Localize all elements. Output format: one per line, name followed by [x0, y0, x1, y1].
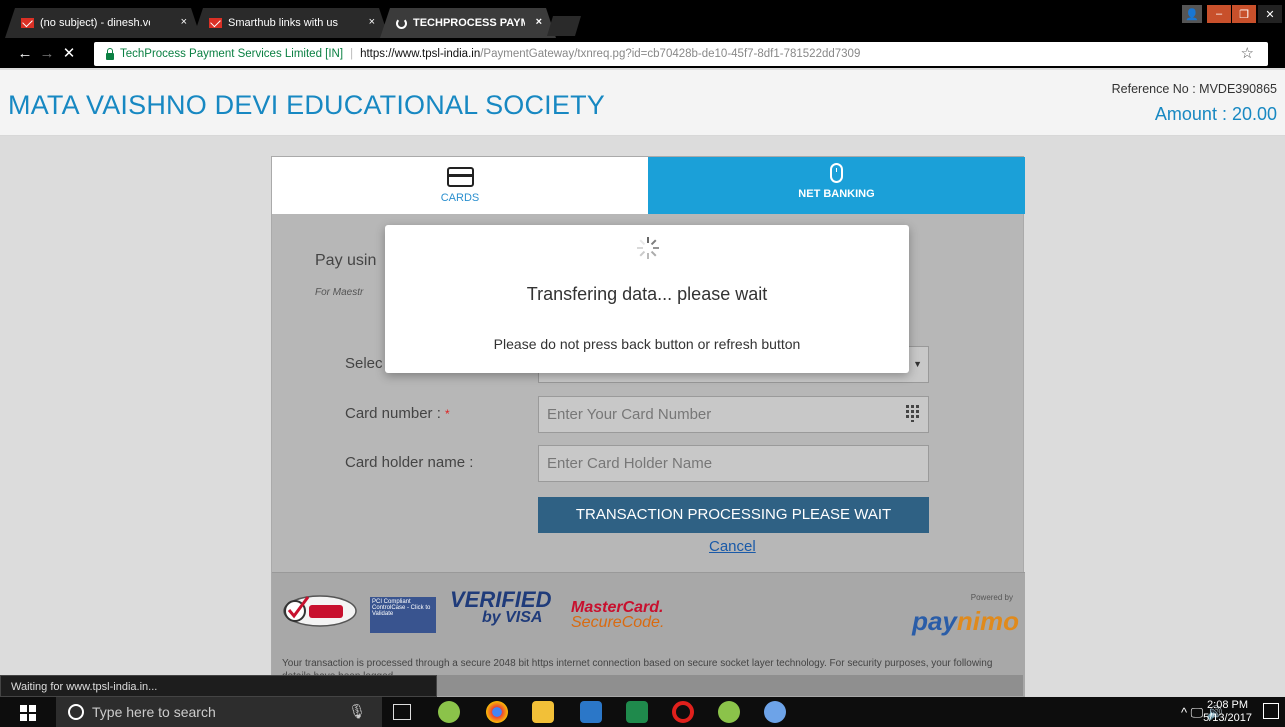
dropdown-arrow-icon: ▼ — [913, 359, 922, 369]
lock-icon — [106, 47, 114, 60]
url-separator: | — [350, 48, 354, 60]
tab-net-banking[interactable]: NET BANKING — [648, 157, 1025, 214]
windows-taskbar: Type here to search 🎙 ^ 🖵 🔊 2:08 PM 5/13… — [0, 697, 1285, 727]
panel-overflow-strip — [437, 675, 1023, 696]
taskbar-search-box[interactable]: Type here to search 🎙 — [56, 697, 382, 727]
transaction-processing-button[interactable]: TRANSACTION PROCESSING PLEASE WAIT — [538, 497, 929, 533]
notifications-icon[interactable] — [1263, 703, 1279, 719]
clock-time: 2:08 PM — [1207, 699, 1249, 711]
tab-close-icon[interactable]: × — [181, 16, 187, 28]
verisign-logo — [283, 595, 357, 627]
chrome-icon[interactable] — [486, 701, 508, 723]
mastercard-securecode-logo: MasterCard. SecureCode. — [571, 600, 665, 631]
tab-net-banking-label: NET BANKING — [798, 188, 875, 200]
pay-using-heading: Pay usin — [315, 252, 377, 269]
tab-label: TECHPROCESS PAYMENT — [413, 17, 521, 29]
microphone-icon[interactable]: 🎙 — [348, 703, 366, 720]
tab-label: (no subject) - dinesh.verm — [40, 17, 149, 29]
select-label: Selec — [345, 355, 383, 372]
profile-icon[interactable]: 👤 — [1182, 5, 1202, 23]
stop-icon[interactable]: ✕ — [58, 44, 80, 62]
minimize-button[interactable]: – — [1207, 5, 1231, 23]
secure-site-label: TechProcess Payment Services Limited [IN… — [120, 48, 344, 60]
forward-icon[interactable]: → — [36, 45, 58, 62]
bookmark-star-icon[interactable]: ☆ — [1241, 44, 1254, 62]
tab-cards[interactable]: CARDS — [272, 157, 648, 214]
processing-modal: Transfering data... please wait Please d… — [385, 225, 909, 373]
amount: Amount : 20.00 — [1154, 104, 1277, 124]
address-bar: ← → ✕ TechProcess Payment Services Limit… — [0, 38, 1285, 68]
browser-status-bar: Waiting for www.tpsl-india.in... — [0, 675, 437, 697]
pci-compliant-badge[interactable]: PCI Compliant ControlCase - Click to Val… — [370, 597, 436, 633]
gmail-icon — [21, 18, 34, 28]
card-holder-placeholder: Enter Card Holder Name — [547, 455, 713, 472]
required-mark: * — [445, 407, 450, 421]
back-icon[interactable]: ← — [14, 45, 36, 62]
opera-icon[interactable] — [672, 701, 694, 723]
windows-start-icon[interactable] — [20, 705, 36, 721]
merchant-name: MATA VAISHNO DEVI EDUCATIONAL SOCIETY — [8, 90, 605, 120]
tab-label: Smarthub links with user — [228, 17, 338, 29]
loading-icon — [396, 18, 407, 29]
close-window-button[interactable]: ✕ — [1258, 5, 1282, 23]
tab-close-icon[interactable]: × — [369, 16, 375, 28]
cancel-link[interactable]: Cancel — [709, 538, 756, 555]
paynimo-nimo: nimo — [956, 606, 1019, 636]
card-number-placeholder: Enter Your Card Number — [547, 406, 712, 423]
tab-smarthub[interactable]: Smarthub links with user × — [193, 8, 389, 38]
excel-icon[interactable] — [626, 701, 648, 723]
loading-spinner-icon — [637, 237, 659, 259]
powered-by-label: Powered by — [970, 593, 1013, 602]
maximize-button[interactable]: ❐ — [1232, 5, 1256, 23]
maestro-note: For Maestr — [315, 287, 364, 298]
credit-card-icon — [446, 167, 474, 187]
url-path: /PaymentGateway/txnreq.pg?id=cb70428b-de… — [480, 48, 861, 60]
paynimo-pay: pay — [912, 606, 957, 636]
app-icon-3[interactable] — [764, 701, 786, 723]
card-number-label: Card number : * — [345, 405, 450, 422]
clock-date: 5/13/2017 — [1203, 712, 1252, 724]
file-explorer-icon[interactable] — [532, 701, 554, 723]
tab-close-icon[interactable]: × — [536, 16, 542, 28]
reference-number: Reference No : MVDE390865 — [1111, 82, 1277, 96]
taskbar-search-placeholder: Type here to search — [92, 704, 216, 720]
taskbar-clock[interactable]: 2:08 PM 5/13/2017 — [1203, 699, 1252, 725]
merchant-header: MATA VAISHNO DEVI EDUCATIONAL SOCIETY Re… — [0, 70, 1285, 136]
app-icon-2[interactable] — [718, 701, 740, 723]
store-icon[interactable] — [580, 701, 602, 723]
tab-gmail-no-subject[interactable]: (no subject) - dinesh.verm × — [5, 8, 201, 38]
modal-title: Transfering data... please wait — [526, 284, 768, 304]
browser-tab-strip: (no subject) - dinesh.verm × Smarthub li… — [0, 0, 1285, 38]
tab-techprocess[interactable]: TECHPROCESS PAYMENT × — [380, 8, 556, 38]
verified-by-visa-logo: VERIFIED by VISA — [450, 589, 551, 627]
modal-subtitle: Please do not press back button or refre… — [493, 336, 801, 352]
keypad-icon[interactable] — [906, 405, 920, 422]
url-field[interactable]: TechProcess Payment Services Limited [IN… — [94, 42, 1268, 66]
card-holder-input[interactable]: Enter Card Holder Name — [538, 445, 929, 482]
new-tab-button[interactable] — [547, 16, 581, 36]
paynimo-logo: paynimo — [912, 606, 1019, 637]
card-number-input[interactable]: Enter Your Card Number — [538, 396, 929, 433]
gmail-icon — [209, 18, 222, 28]
app-icon-1[interactable] — [438, 701, 460, 723]
cortana-icon — [68, 704, 84, 720]
securecode-text: SecureCode. — [571, 614, 665, 631]
url-domain: https://www.tpsl-india.in — [360, 48, 481, 60]
card-holder-label: Card holder name : — [345, 454, 474, 471]
tab-cards-label: CARDS — [440, 192, 480, 204]
task-view-icon[interactable] — [393, 704, 411, 720]
mouse-icon — [830, 163, 843, 183]
card-number-label-text: Card number : — [345, 405, 441, 422]
